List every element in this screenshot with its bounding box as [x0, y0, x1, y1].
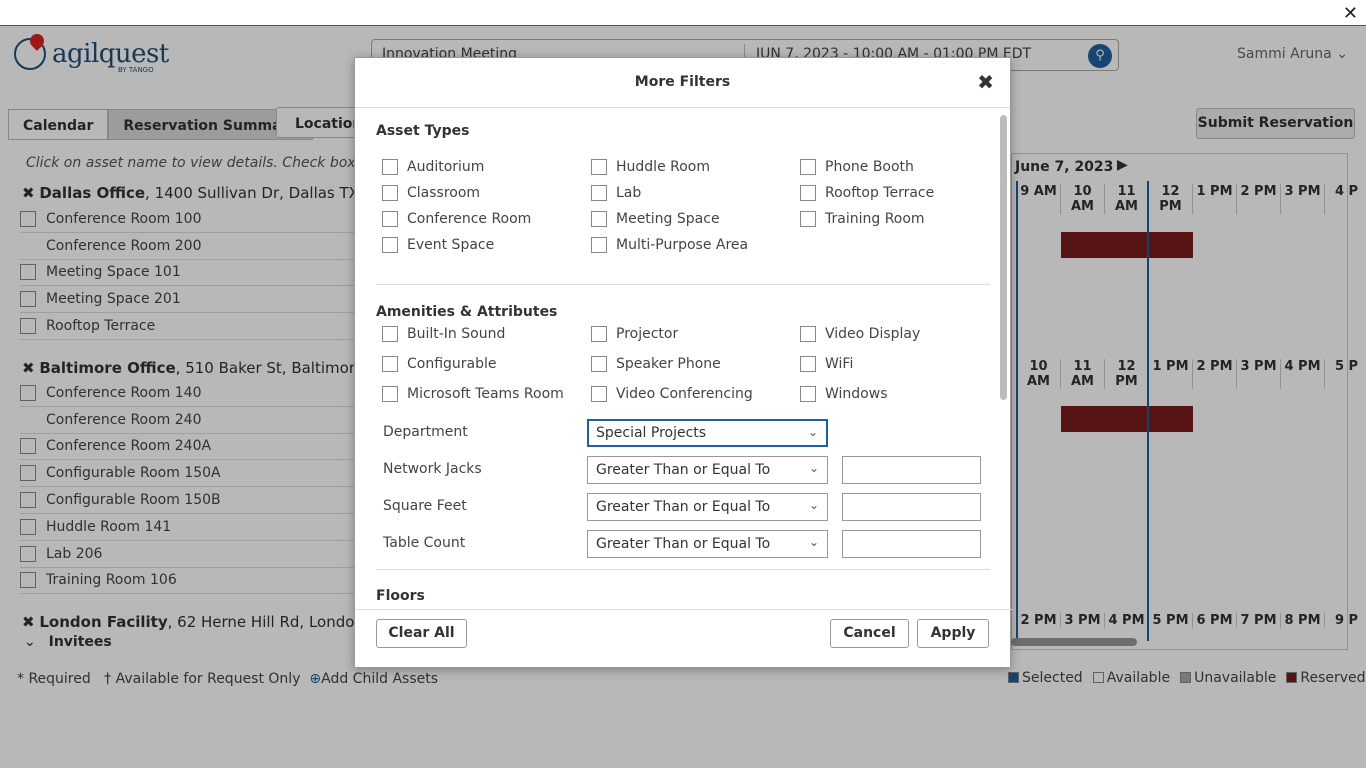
checkbox-label[interactable]: Microsoft Teams Room — [407, 386, 564, 402]
dialog-header: More Filters ✖ — [355, 58, 1010, 108]
square-feet-input[interactable] — [842, 493, 981, 521]
checkbox-label[interactable]: Projector — [616, 326, 678, 342]
more-filters-dialog: More Filters ✖ Asset Types Auditorium Hu… — [354, 57, 1012, 669]
filter-microsoft-teams-room[interactable]: Microsoft Teams Room — [382, 386, 564, 402]
apply-button[interactable]: Apply — [917, 619, 989, 648]
checkbox[interactable] — [591, 356, 607, 372]
square-feet-label: Square Feet — [383, 498, 467, 514]
operator-value: Greater Than or Equal To — [596, 536, 771, 552]
checkbox[interactable] — [382, 326, 398, 342]
filter-conference-room[interactable]: Conference Room — [382, 211, 531, 227]
checkbox-label[interactable]: Phone Booth — [825, 159, 914, 175]
checkbox-label[interactable]: Meeting Space — [616, 211, 720, 227]
network-jacks-label: Network Jacks — [383, 461, 482, 477]
checkbox[interactable] — [382, 237, 398, 253]
filter-windows[interactable]: Windows — [800, 386, 888, 402]
checkbox-label[interactable]: Configurable — [407, 356, 497, 372]
checkbox[interactable] — [382, 211, 398, 227]
chevron-down-icon: ⌄ — [808, 535, 819, 549]
table-count-operator-select[interactable]: Greater Than or Equal To ⌄ — [587, 530, 828, 558]
filter-built-in-sound[interactable]: Built-In Sound — [382, 326, 505, 342]
filter-wifi[interactable]: WiFi — [800, 356, 853, 372]
filter-training-room[interactable]: Training Room — [800, 211, 925, 227]
checkbox-label[interactable]: Video Conferencing — [616, 386, 753, 402]
network-jacks-input[interactable] — [842, 456, 981, 484]
checkbox[interactable] — [382, 356, 398, 372]
chevron-down-icon: ⌄ — [808, 461, 819, 475]
network-jacks-operator-select[interactable]: Greater Than or Equal To ⌄ — [587, 456, 828, 484]
checkbox-label[interactable]: Lab — [616, 185, 641, 201]
checkbox-label[interactable]: WiFi — [825, 356, 853, 372]
dialog-body[interactable]: Asset Types Auditorium Huddle Room Phone… — [355, 109, 1012, 609]
floors-heading: Floors — [376, 588, 425, 604]
checkbox[interactable] — [800, 326, 816, 342]
checkbox[interactable] — [591, 237, 607, 253]
operator-value: Greater Than or Equal To — [596, 462, 771, 478]
filter-huddle-room[interactable]: Huddle Room — [591, 159, 710, 175]
checkbox-label[interactable]: Speaker Phone — [616, 356, 721, 372]
chevron-down-icon: ⌄ — [808, 498, 819, 512]
department-label: Department — [383, 424, 468, 440]
cancel-button[interactable]: Cancel — [830, 619, 909, 648]
checkbox[interactable] — [800, 185, 816, 201]
checkbox[interactable] — [591, 326, 607, 342]
table-count-input[interactable] — [842, 530, 981, 558]
checkbox-label[interactable]: Built-In Sound — [407, 326, 505, 342]
filter-speaker-phone[interactable]: Speaker Phone — [591, 356, 721, 372]
square-feet-operator-select[interactable]: Greater Than or Equal To ⌄ — [587, 493, 828, 521]
filter-rooftop-terrace[interactable]: Rooftop Terrace — [800, 185, 934, 201]
filter-projector[interactable]: Projector — [591, 326, 678, 342]
section-divider — [376, 569, 990, 570]
table-count-label: Table Count — [383, 535, 466, 551]
checkbox-label[interactable]: Rooftop Terrace — [825, 185, 934, 201]
checkbox[interactable] — [382, 185, 398, 201]
operator-value: Greater Than or Equal To — [596, 499, 771, 515]
window-close-icon[interactable]: ✕ — [1343, 3, 1358, 24]
filter-lab[interactable]: Lab — [591, 185, 641, 201]
checkbox-label[interactable]: Windows — [825, 386, 888, 402]
checkbox-label[interactable]: Training Room — [825, 211, 925, 227]
checkbox-label[interactable]: Huddle Room — [616, 159, 710, 175]
dialog-title: More Filters — [634, 74, 731, 90]
checkbox[interactable] — [591, 386, 607, 402]
checkbox[interactable] — [591, 159, 607, 175]
filter-multi-purpose-area[interactable]: Multi-Purpose Area — [591, 237, 748, 253]
filter-phone-booth[interactable]: Phone Booth — [800, 159, 914, 175]
checkbox[interactable] — [800, 356, 816, 372]
checkbox[interactable] — [591, 185, 607, 201]
department-value: Special Projects — [596, 425, 707, 441]
filter-video-conferencing[interactable]: Video Conferencing — [591, 386, 753, 402]
checkbox-label[interactable]: Classroom — [407, 185, 480, 201]
filter-classroom[interactable]: Classroom — [382, 185, 480, 201]
checkbox-label[interactable]: Auditorium — [407, 159, 484, 175]
section-divider — [376, 284, 990, 285]
chevron-down-icon: ⌄ — [807, 425, 818, 439]
asset-types-heading: Asset Types — [376, 123, 470, 139]
amenities-heading: Amenities & Attributes — [376, 304, 558, 320]
filter-video-display[interactable]: Video Display — [800, 326, 920, 342]
checkbox[interactable] — [800, 159, 816, 175]
close-icon[interactable]: ✖ — [977, 70, 994, 94]
window-titlebar: ✕ — [0, 0, 1366, 26]
checkbox[interactable] — [800, 386, 816, 402]
checkbox[interactable] — [591, 211, 607, 227]
checkbox-label[interactable]: Video Display — [825, 326, 920, 342]
checkbox-label[interactable]: Multi-Purpose Area — [616, 237, 748, 253]
filter-meeting-space[interactable]: Meeting Space — [591, 211, 720, 227]
clear-all-button[interactable]: Clear All — [376, 619, 467, 648]
checkbox-label[interactable]: Conference Room — [407, 211, 531, 227]
filter-event-space[interactable]: Event Space — [382, 237, 494, 253]
filter-auditorium[interactable]: Auditorium — [382, 159, 484, 175]
checkbox-label[interactable]: Event Space — [407, 237, 494, 253]
department-select[interactable]: Special Projects ⌄ — [587, 419, 828, 447]
dialog-footer: Clear All Cancel Apply — [355, 609, 1012, 669]
filter-configurable[interactable]: Configurable — [382, 356, 497, 372]
checkbox[interactable] — [800, 211, 816, 227]
vertical-scrollbar[interactable] — [1000, 115, 1007, 400]
checkbox[interactable] — [382, 386, 398, 402]
checkbox[interactable] — [382, 159, 398, 175]
